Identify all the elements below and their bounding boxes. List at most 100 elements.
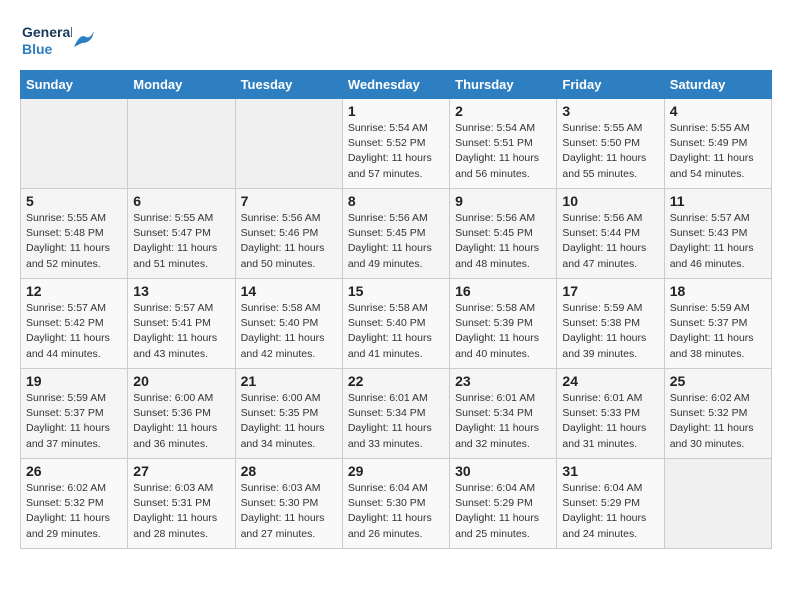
calendar-table: SundayMondayTuesdayWednesdayThursdayFrid… <box>20 70 772 549</box>
day-info: Sunrise: 5:54 AMSunset: 5:51 PMDaylight:… <box>455 121 551 182</box>
calendar-week-row: 12 Sunrise: 5:57 AMSunset: 5:42 PMDayligh… <box>21 279 772 369</box>
day-info: Sunrise: 5:55 AMSunset: 5:47 PMDaylight:… <box>133 211 229 272</box>
calendar-week-row: 5 Sunrise: 5:55 AMSunset: 5:48 PMDaylight… <box>21 189 772 279</box>
calendar-cell: 12 Sunrise: 5:57 AMSunset: 5:42 PMDayligh… <box>21 279 128 369</box>
day-info: Sunrise: 6:02 AMSunset: 5:32 PMDaylight:… <box>670 391 766 452</box>
day-number: 6 <box>133 193 229 209</box>
logo: General Blue <box>20 20 94 60</box>
calendar-cell <box>235 99 342 189</box>
day-number: 20 <box>133 373 229 389</box>
calendar-week-row: 19 Sunrise: 5:59 AMSunset: 5:37 PMDayligh… <box>21 369 772 459</box>
day-number: 3 <box>562 103 658 119</box>
calendar-week-row: 1 Sunrise: 5:54 AMSunset: 5:52 PMDaylight… <box>21 99 772 189</box>
day-number: 12 <box>26 283 122 299</box>
day-number: 11 <box>670 193 766 209</box>
day-number: 8 <box>348 193 444 209</box>
day-info: Sunrise: 5:56 AMSunset: 5:46 PMDaylight:… <box>241 211 337 272</box>
calendar-cell: 24 Sunrise: 6:01 AMSunset: 5:33 PMDayligh… <box>557 369 664 459</box>
calendar-cell: 11 Sunrise: 5:57 AMSunset: 5:43 PMDayligh… <box>664 189 771 279</box>
day-info: Sunrise: 5:57 AMSunset: 5:42 PMDaylight:… <box>26 301 122 362</box>
day-info: Sunrise: 6:01 AMSunset: 5:33 PMDaylight:… <box>562 391 658 452</box>
day-number: 27 <box>133 463 229 479</box>
weekday-header-saturday: Saturday <box>664 71 771 99</box>
calendar-cell: 21 Sunrise: 6:00 AMSunset: 5:35 PMDayligh… <box>235 369 342 459</box>
day-number: 24 <box>562 373 658 389</box>
weekday-header-tuesday: Tuesday <box>235 71 342 99</box>
calendar-cell: 10 Sunrise: 5:56 AMSunset: 5:44 PMDayligh… <box>557 189 664 279</box>
day-info: Sunrise: 6:00 AMSunset: 5:35 PMDaylight:… <box>241 391 337 452</box>
calendar-cell: 2Sunrise: 5:54 AMSunset: 5:51 PMDaylight… <box>450 99 557 189</box>
calendar-cell: 19 Sunrise: 5:59 AMSunset: 5:37 PMDayligh… <box>21 369 128 459</box>
day-number: 1 <box>348 103 444 119</box>
day-info: Sunrise: 5:56 AMSunset: 5:45 PMDaylight:… <box>348 211 444 272</box>
day-info: Sunrise: 5:56 AMSunset: 5:45 PMDaylight:… <box>455 211 551 272</box>
weekday-header-monday: Monday <box>128 71 235 99</box>
day-number: 21 <box>241 373 337 389</box>
day-number: 23 <box>455 373 551 389</box>
day-number: 29 <box>348 463 444 479</box>
calendar-cell: 17Sunrise: 5:59 AMSunset: 5:38 PMDayligh… <box>557 279 664 369</box>
calendar-cell: 3 Sunrise: 5:55 AMSunset: 5:50 PMDaylight… <box>557 99 664 189</box>
weekday-header-wednesday: Wednesday <box>342 71 449 99</box>
weekday-header-sunday: Sunday <box>21 71 128 99</box>
day-number: 4 <box>670 103 766 119</box>
calendar-cell: 29Sunrise: 6:04 AMSunset: 5:30 PMDayligh… <box>342 459 449 549</box>
day-number: 10 <box>562 193 658 209</box>
day-info: Sunrise: 5:59 AMSunset: 5:38 PMDaylight:… <box>562 301 658 362</box>
day-info: Sunrise: 5:54 AMSunset: 5:52 PMDaylight:… <box>348 121 444 182</box>
calendar-cell: 16Sunrise: 5:58 AMSunset: 5:39 PMDayligh… <box>450 279 557 369</box>
day-number: 14 <box>241 283 337 299</box>
day-info: Sunrise: 5:55 AMSunset: 5:48 PMDaylight:… <box>26 211 122 272</box>
day-number: 25 <box>670 373 766 389</box>
day-info: Sunrise: 6:04 AMSunset: 5:29 PMDaylight:… <box>562 481 658 542</box>
calendar-cell: 7Sunrise: 5:56 AMSunset: 5:46 PMDaylight… <box>235 189 342 279</box>
calendar-cell: 15 Sunrise: 5:58 AMSunset: 5:40 PMDayligh… <box>342 279 449 369</box>
day-number: 28 <box>241 463 337 479</box>
svg-text:Blue: Blue <box>22 41 53 57</box>
calendar-cell: 6 Sunrise: 5:55 AMSunset: 5:47 PMDaylight… <box>128 189 235 279</box>
calendar-cell <box>128 99 235 189</box>
day-number: 13 <box>133 283 229 299</box>
day-number: 22 <box>348 373 444 389</box>
calendar-cell: 18 Sunrise: 5:59 AMSunset: 5:37 PMDayligh… <box>664 279 771 369</box>
calendar-cell: 5 Sunrise: 5:55 AMSunset: 5:48 PMDaylight… <box>21 189 128 279</box>
calendar-cell: 28 Sunrise: 6:03 AMSunset: 5:30 PMDayligh… <box>235 459 342 549</box>
day-number: 15 <box>348 283 444 299</box>
day-info: Sunrise: 5:58 AMSunset: 5:40 PMDaylight:… <box>241 301 337 362</box>
calendar-cell: 4Sunrise: 5:55 AMSunset: 5:49 PMDaylight… <box>664 99 771 189</box>
calendar-cell: 22Sunrise: 6:01 AMSunset: 5:34 PMDayligh… <box>342 369 449 459</box>
day-info: Sunrise: 6:03 AMSunset: 5:31 PMDaylight:… <box>133 481 229 542</box>
day-number: 18 <box>670 283 766 299</box>
svg-text:General: General <box>22 24 72 40</box>
calendar-cell: 27 Sunrise: 6:03 AMSunset: 5:31 PMDayligh… <box>128 459 235 549</box>
day-info: Sunrise: 6:00 AMSunset: 5:36 PMDaylight:… <box>133 391 229 452</box>
calendar-cell: 25 Sunrise: 6:02 AMSunset: 5:32 PMDayligh… <box>664 369 771 459</box>
weekday-header-friday: Friday <box>557 71 664 99</box>
day-info: Sunrise: 5:59 AMSunset: 5:37 PMDaylight:… <box>670 301 766 362</box>
day-info: Sunrise: 5:57 AMSunset: 5:43 PMDaylight:… <box>670 211 766 272</box>
day-number: 30 <box>455 463 551 479</box>
calendar-cell: 13 Sunrise: 5:57 AMSunset: 5:41 PMDayligh… <box>128 279 235 369</box>
logo-container: General Blue <box>20 20 94 60</box>
logo-svg: General Blue <box>20 20 72 60</box>
calendar-cell: 1 Sunrise: 5:54 AMSunset: 5:52 PMDaylight… <box>342 99 449 189</box>
day-info: Sunrise: 6:02 AMSunset: 5:32 PMDaylight:… <box>26 481 122 542</box>
day-number: 9 <box>455 193 551 209</box>
calendar-cell: 31Sunrise: 6:04 AMSunset: 5:29 PMDayligh… <box>557 459 664 549</box>
day-info: Sunrise: 5:55 AMSunset: 5:50 PMDaylight:… <box>562 121 658 182</box>
day-number: 19 <box>26 373 122 389</box>
calendar-cell: 9 Sunrise: 5:56 AMSunset: 5:45 PMDaylight… <box>450 189 557 279</box>
logo-bird-icon <box>72 29 94 51</box>
day-info: Sunrise: 5:58 AMSunset: 5:40 PMDaylight:… <box>348 301 444 362</box>
day-info: Sunrise: 5:58 AMSunset: 5:39 PMDaylight:… <box>455 301 551 362</box>
day-number: 26 <box>26 463 122 479</box>
calendar-cell: 23Sunrise: 6:01 AMSunset: 5:34 PMDayligh… <box>450 369 557 459</box>
day-number: 5 <box>26 193 122 209</box>
day-info: Sunrise: 5:57 AMSunset: 5:41 PMDaylight:… <box>133 301 229 362</box>
day-info: Sunrise: 5:56 AMSunset: 5:44 PMDaylight:… <box>562 211 658 272</box>
calendar-cell: 26 Sunrise: 6:02 AMSunset: 5:32 PMDayligh… <box>21 459 128 549</box>
day-info: Sunrise: 6:03 AMSunset: 5:30 PMDaylight:… <box>241 481 337 542</box>
day-info: Sunrise: 5:59 AMSunset: 5:37 PMDaylight:… <box>26 391 122 452</box>
calendar-week-row: 26 Sunrise: 6:02 AMSunset: 5:32 PMDayligh… <box>21 459 772 549</box>
calendar-cell: 14 Sunrise: 5:58 AMSunset: 5:40 PMDayligh… <box>235 279 342 369</box>
